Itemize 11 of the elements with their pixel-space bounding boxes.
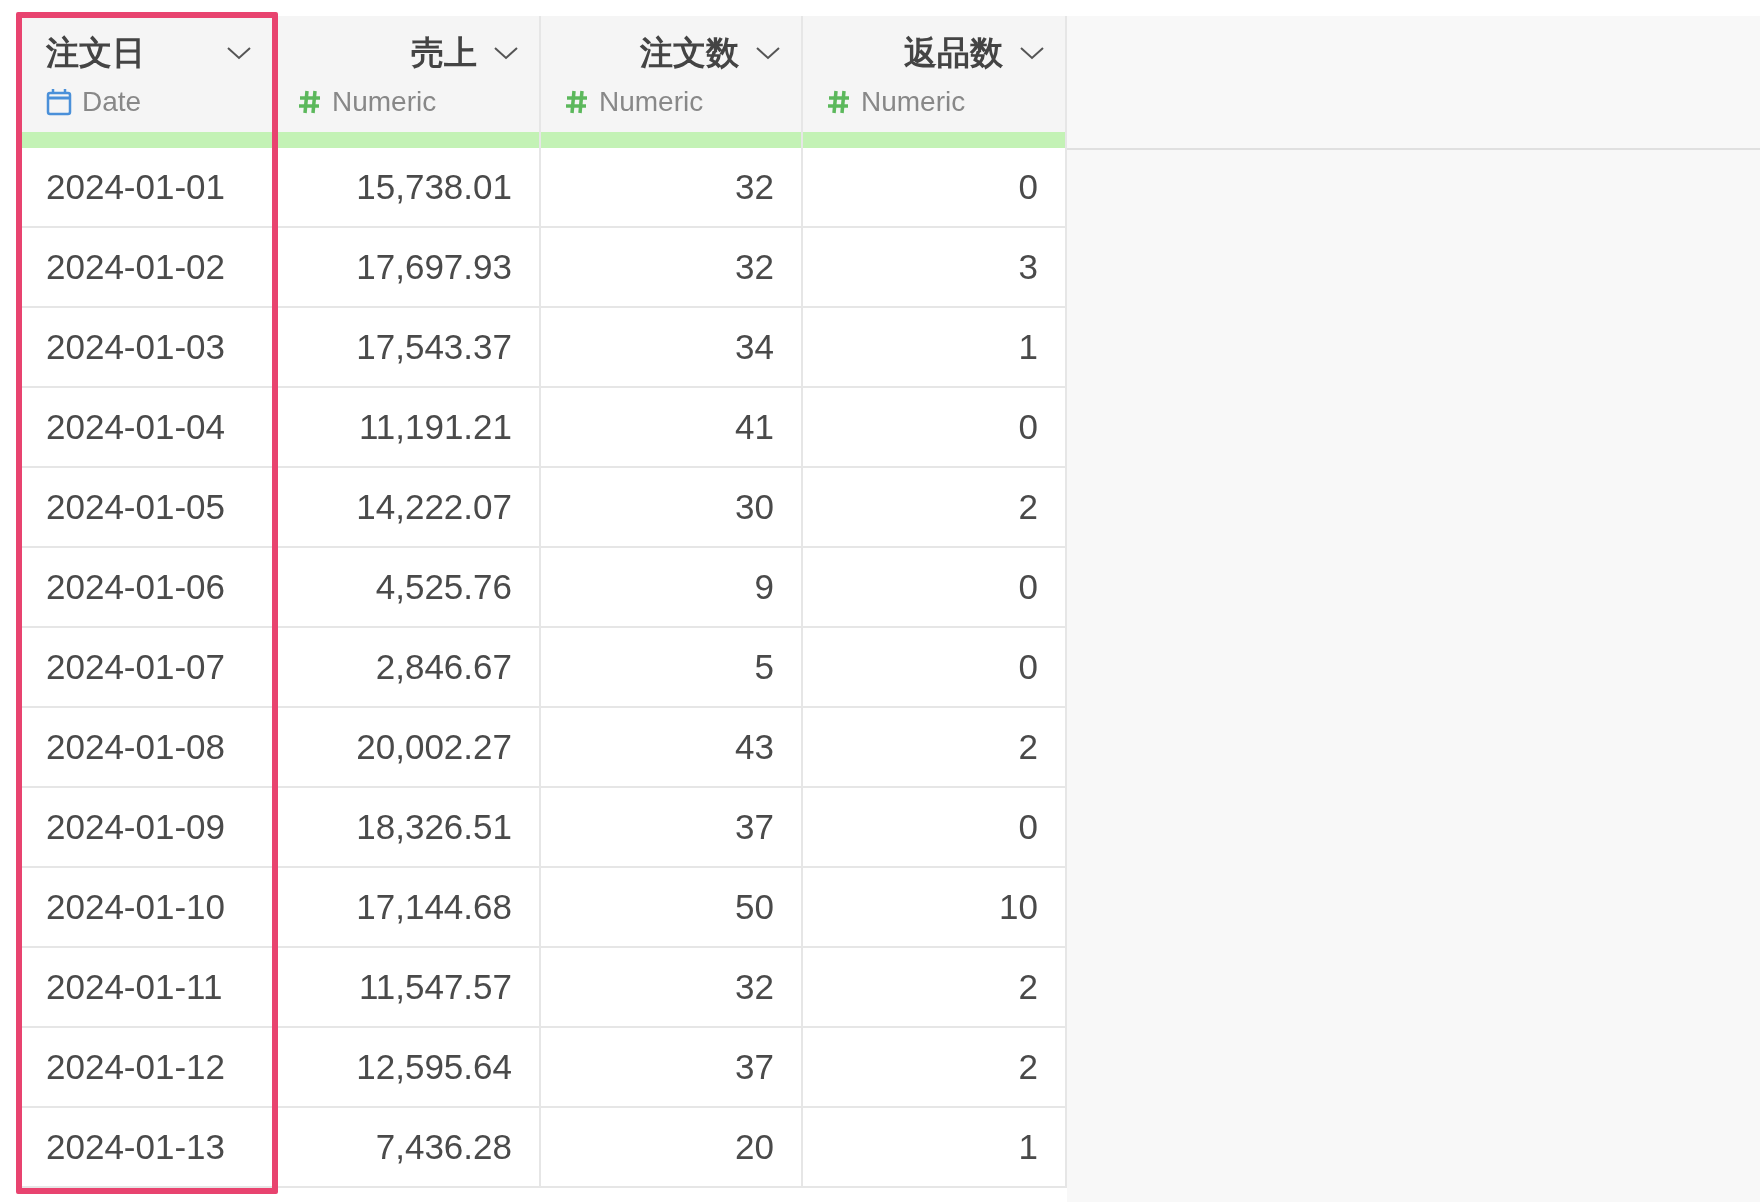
- column-title: 売上: [411, 32, 477, 73]
- column-title: 注文日: [46, 32, 145, 73]
- column-header[interactable]: 注文数 Numeric: [541, 16, 801, 132]
- column-title: 返品数: [904, 32, 1003, 73]
- column-header[interactable]: 返品数 Numeric: [803, 16, 1065, 132]
- column-type-label: Numeric: [599, 85, 704, 118]
- column-header[interactable]: 注文日 Date: [22, 16, 272, 132]
- column-type-label: Numeric: [332, 85, 437, 118]
- column-title: 注文数: [640, 32, 739, 73]
- column-type-label: Date: [82, 85, 142, 118]
- column-type-label: Numeric: [861, 85, 966, 118]
